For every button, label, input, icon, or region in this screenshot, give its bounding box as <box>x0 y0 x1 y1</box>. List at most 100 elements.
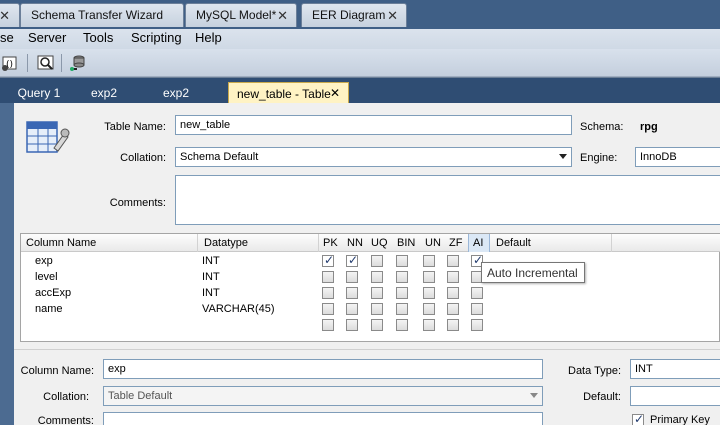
datatype-cell[interactable]: INT <box>202 255 220 267</box>
data-type-label: Data Type: <box>568 365 621 377</box>
primary-key-checkbox[interactable] <box>632 412 644 425</box>
editor-tab-exp2-second[interactable]: exp2 <box>152 82 200 103</box>
doc-tab-label: Schema Transfer Wizard <box>31 8 164 22</box>
zf-checkbox[interactable] <box>447 255 459 267</box>
menu-item-scripting[interactable]: Scripting <box>131 30 182 45</box>
editor-tab-new-table[interactable]: new_table - Table ✕ <box>228 82 349 103</box>
collation-select[interactable]: Schema Default <box>175 147 572 167</box>
datatype-cell[interactable]: INT <box>202 271 220 283</box>
doc-tab-schema-transfer[interactable]: Schema Transfer Wizard <box>20 3 184 27</box>
table-row[interactable]: name VARCHAR(45) <box>21 301 621 317</box>
table-comments-textarea[interactable] <box>175 175 720 225</box>
un-checkbox[interactable] <box>423 303 435 315</box>
doc-tab-eer-diagram[interactable]: EER Diagram ✕ <box>301 3 407 27</box>
uq-checkbox[interactable] <box>371 319 383 331</box>
ai-checkbox[interactable] <box>471 287 483 299</box>
data-type-input[interactable]: INT <box>630 359 720 379</box>
close-icon[interactable]: ✕ <box>277 8 288 24</box>
zf-checkbox[interactable] <box>447 287 459 299</box>
zf-checkbox[interactable] <box>447 319 459 331</box>
table-row[interactable]: accExp INT <box>21 285 621 301</box>
pk-checkbox[interactable] <box>322 253 334 267</box>
pk-checkbox[interactable] <box>322 287 334 299</box>
nn-checkbox[interactable] <box>346 287 358 299</box>
engine-select[interactable]: InnoDB <box>635 147 720 167</box>
header-nn[interactable]: NN <box>347 237 363 249</box>
reconnect-button[interactable] <box>68 53 88 73</box>
pk-checkbox[interactable] <box>322 319 334 331</box>
section-divider <box>14 349 720 350</box>
column-name-input[interactable]: exp <box>103 359 543 379</box>
table-name-input[interactable]: new_table <box>175 115 572 135</box>
un-checkbox[interactable] <box>423 287 435 299</box>
header-default[interactable]: Default <box>496 237 531 249</box>
editor-tab-label: exp2 <box>90 86 118 100</box>
data-type-value: INT <box>635 363 653 375</box>
table-row[interactable] <box>21 317 621 333</box>
column-comments-label: Comments: <box>37 415 94 425</box>
doc-tab-label: MySQL Model* <box>196 8 277 22</box>
engine-label: Engine: <box>580 152 618 164</box>
ai-checkbox[interactable] <box>471 303 483 315</box>
nn-checkbox[interactable] <box>346 303 358 315</box>
columns-grid-header: Column Name Datatype PK NN UQ BIN UN ZF … <box>21 234 720 252</box>
datatype-cell[interactable]: VARCHAR(45) <box>202 303 275 315</box>
column-name-cell[interactable]: name <box>35 303 63 315</box>
bin-checkbox[interactable] <box>396 287 408 299</box>
header-bin[interactable]: BIN <box>397 237 415 249</box>
header-datatype[interactable]: Datatype <box>204 237 248 249</box>
menu-item-tools[interactable]: Tools <box>83 30 113 45</box>
bin-checkbox[interactable] <box>396 319 408 331</box>
doc-tab-prev-close[interactable]: ✕ <box>0 3 20 27</box>
un-checkbox[interactable] <box>423 255 435 267</box>
nn-checkbox[interactable] <box>346 319 358 331</box>
editor-tab-exp2[interactable]: exp2 <box>80 82 128 103</box>
schema-label: Schema: <box>580 121 624 133</box>
editor-tab-query1[interactable]: Query 1 <box>10 82 68 103</box>
default-input[interactable] <box>630 386 720 406</box>
header-uq[interactable]: UQ <box>371 237 388 249</box>
uq-checkbox[interactable] <box>371 271 383 283</box>
bin-checkbox[interactable] <box>396 303 408 315</box>
uq-checkbox[interactable] <box>371 287 383 299</box>
column-name-cell[interactable]: exp <box>35 255 53 267</box>
header-pk[interactable]: PK <box>323 237 338 249</box>
column-collation-select[interactable]: Table Default <box>103 386 543 406</box>
column-comments-textarea[interactable] <box>103 412 543 425</box>
un-checkbox[interactable] <box>423 271 435 283</box>
close-icon[interactable]: ✕ <box>387 8 398 24</box>
pk-checkbox[interactable] <box>322 303 334 315</box>
zf-checkbox[interactable] <box>447 303 459 315</box>
bin-checkbox[interactable] <box>396 255 408 267</box>
uq-checkbox[interactable] <box>371 303 383 315</box>
datatype-cell[interactable]: INT <box>202 287 220 299</box>
close-icon[interactable]: ✕ <box>330 86 340 100</box>
header-zf[interactable]: ZF <box>449 237 462 249</box>
toolbar-separator <box>61 54 62 72</box>
header-column-name[interactable]: Column Name <box>26 237 96 249</box>
chevron-down-icon <box>530 393 538 398</box>
schema-value: rpg <box>640 121 658 133</box>
columns-grid: Column Name Datatype PK NN UQ BIN UN ZF … <box>20 233 720 342</box>
nn-checkbox[interactable] <box>346 271 358 283</box>
new-function-button[interactable]: () <box>0 53 20 73</box>
column-name-cell[interactable]: accExp <box>35 287 71 299</box>
inspect-button[interactable] <box>36 53 56 73</box>
header-un[interactable]: UN <box>425 237 441 249</box>
header-ai[interactable]: AI <box>473 237 483 249</box>
pk-checkbox[interactable] <box>322 271 334 283</box>
close-icon[interactable]: ✕ <box>0 8 10 24</box>
menu-item-database[interactable]: se <box>0 30 14 45</box>
column-name-cell[interactable]: level <box>35 271 58 283</box>
zf-checkbox[interactable] <box>447 271 459 283</box>
un-checkbox[interactable] <box>423 319 435 331</box>
uq-checkbox[interactable] <box>371 255 383 267</box>
doc-tab-label: EER Diagram <box>312 8 386 22</box>
doc-tab-mysql-model[interactable]: MySQL Model* ✕ <box>185 3 297 27</box>
bin-checkbox[interactable] <box>396 271 408 283</box>
menu-item-server[interactable]: Server <box>28 30 66 45</box>
table-name-label: Table Name: <box>104 121 166 133</box>
nn-checkbox[interactable] <box>346 253 358 267</box>
ai-checkbox[interactable] <box>471 319 483 331</box>
menu-item-help[interactable]: Help <box>195 30 222 45</box>
